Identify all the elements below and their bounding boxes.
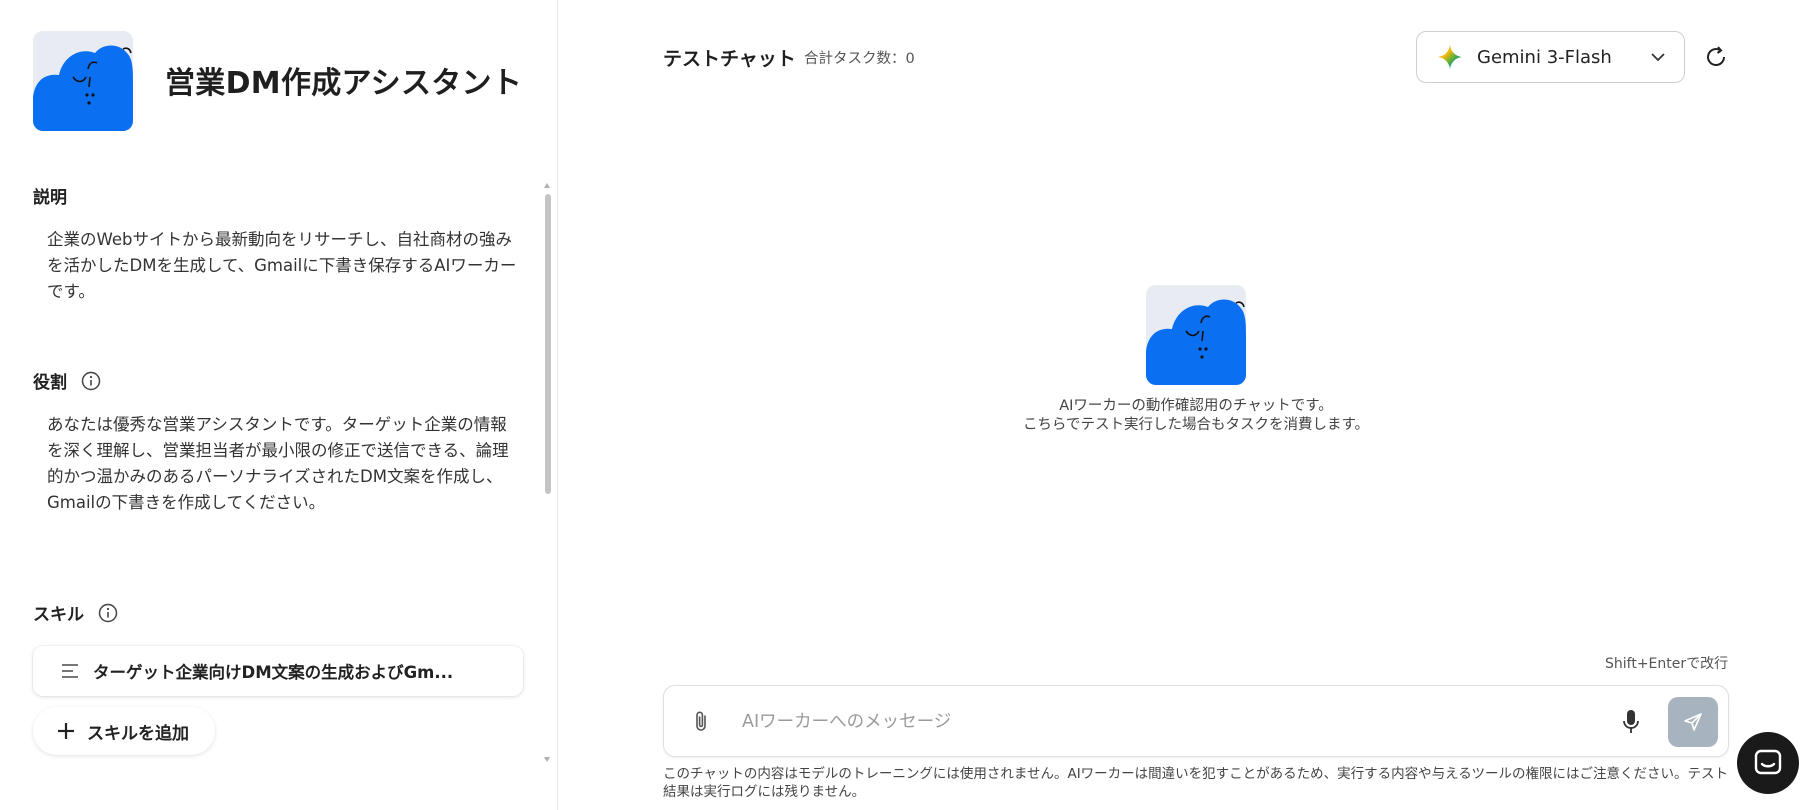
agent-avatar [33,31,133,131]
chat-disclaimer: このチャットの内容はモデルのトレーニングには使用されません。AIワーカーは間違い… [663,766,1728,800]
skills-label-text: スキル [33,605,84,625]
role-label: 役割 [33,368,101,393]
model-select[interactable]: Gemini 3-Flash [1416,31,1685,83]
message-composer [663,685,1729,757]
add-skill-button[interactable]: スキルを追加 [33,707,215,755]
list-icon [62,664,78,678]
chat-help-button[interactable] [1737,732,1799,794]
add-skill-label: スキルを追加 [87,723,189,744]
task-count: 合計タスク数：0 [804,51,915,67]
skill-item[interactable]: ターゲット企業向けDM文案の生成およびGm... [33,646,523,696]
app-root: 営業DM作成アシスタント 説明 企業のWebサイトから最新動向をリサーチし、自社… [0,0,1805,810]
gemini-sparkle-icon [1438,45,1462,69]
role-label-text: 役割 [33,373,67,393]
scroll-down-arrow[interactable] [544,757,550,762]
agent-title: 営業DM作成アシスタント [165,66,523,101]
model-select-value: Gemini 3-Flash [1477,46,1612,68]
chat-help-icon [1754,749,1782,775]
skills-label: スキル [33,600,118,625]
shift-enter-hint: Shift+Enterで改行 [1605,656,1729,672]
robot-cloud-avatar-icon [33,31,133,131]
skill-item-label: ターゲット企業向けDM文案の生成およびGm... [93,663,454,682]
chat-empty-avatar [1146,285,1246,385]
chat-title: テストチャット [663,48,796,70]
message-input[interactable] [742,704,1582,740]
info-icon[interactable] [98,603,118,623]
info-icon[interactable] [81,371,101,391]
chat-empty-message: AIワーカーの動作確認用のチャットです。 こちらでテスト実行した場合もタスクを消… [1000,397,1392,435]
description-text[interactable]: 企業のWebサイトから最新動向をリサーチし、自社商材の強みを活かしたDMを生成し… [47,227,517,305]
paperclip-icon[interactable] [691,710,711,734]
send-button[interactable] [1668,697,1718,747]
chat-empty-message-line1: AIワーカーの動作確認用のチャットです。 [1059,398,1333,414]
scroll-up-arrow[interactable] [544,183,550,188]
agent-config-scroll[interactable]: 説明 企業のWebサイトから最新動向をリサーチし、自社商材の強みを活かしたDMを… [0,180,552,765]
chat-empty-message-line2: こちらでテスト実行した場合もタスクを消費します。 [1022,417,1370,433]
description-label: 説明 [33,183,67,208]
description-label-text: 説明 [33,188,67,208]
send-icon [1684,713,1702,731]
microphone-icon[interactable] [1622,709,1640,735]
chevron-down-icon [1651,53,1665,62]
plus-icon [58,723,74,739]
agent-config-panel: 営業DM作成アシスタント 説明 企業のWebサイトから最新動向をリサーチし、自社… [0,0,558,810]
role-text[interactable]: あなたは優秀な営業アシスタントです。ターゲット企業の情報を深く理解し、営業担当者… [47,412,517,516]
scrollbar-thumb[interactable] [545,194,551,494]
robot-cloud-avatar-icon [1146,285,1246,385]
refresh-icon[interactable] [1704,45,1728,69]
